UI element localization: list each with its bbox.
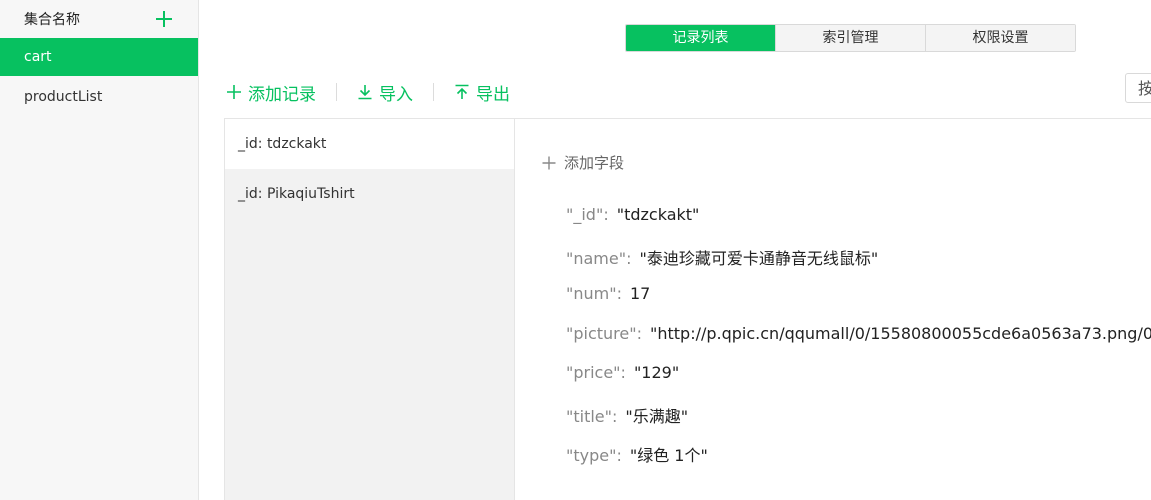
- field-value: "129": [633, 363, 680, 382]
- add-field-button[interactable]: 添加字段: [542, 152, 624, 173]
- field-key: "picture": [566, 324, 637, 343]
- tab-records[interactable]: 记录列表: [626, 25, 775, 51]
- toolbar-divider: [336, 83, 337, 101]
- collection-item-productlist[interactable]: productList: [0, 78, 198, 116]
- field-value: "http://p.qpic.cn/qqumall/0/15580800055c…: [650, 324, 1151, 343]
- field-key: "title": [566, 407, 612, 426]
- plus-icon: [542, 156, 556, 169]
- record-detail: 添加字段 "_id": "tdzckakt" "name": "泰迪珍藏可爱卡通静音…: [515, 119, 1151, 500]
- export-button[interactable]: 导出: [454, 80, 510, 105]
- field-row-name[interactable]: "name": "泰迪珍藏可爱卡通静音无线鼠标": [566, 245, 878, 269]
- filter-input[interactable]: 按: [1125, 73, 1151, 103]
- field-value: 17: [629, 284, 651, 303]
- toolbar-divider: [433, 83, 434, 101]
- record-item[interactable]: _id: tdzckakt: [225, 119, 514, 169]
- add-record-label: 添加记录: [248, 84, 316, 105]
- field-key: "price": [566, 363, 621, 382]
- add-record-button[interactable]: 添加记录: [226, 80, 316, 105]
- plus-icon: [227, 85, 241, 99]
- export-label: 导出: [476, 84, 510, 105]
- collection-sidebar: 集合名称 cart productList: [0, 0, 199, 500]
- record-item[interactable]: _id: PikaqiuTshirt: [225, 169, 514, 219]
- record-toolbar: 添加记录 导入 导出: [226, 80, 510, 105]
- field-row-type[interactable]: "type": "绿色 1个": [566, 442, 708, 466]
- field-value: "绿色 1个": [629, 446, 708, 465]
- sidebar-title: 集合名称: [24, 12, 80, 28]
- field-value: "tdzckakt": [616, 205, 700, 224]
- field-row-picture[interactable]: "picture": "http://p.qpic.cn/qqumall/0/15…: [566, 324, 1151, 343]
- view-tabs: 记录列表 索引管理 权限设置: [625, 24, 1076, 52]
- import-label: 导入: [379, 84, 413, 105]
- tab-permissions[interactable]: 权限设置: [925, 25, 1075, 51]
- field-key: "type": [566, 446, 617, 465]
- record-panels: _id: tdzckakt _id: PikaqiuTshirt 添加字段 "_…: [224, 118, 1151, 500]
- add-field-label: 添加字段: [564, 154, 625, 172]
- database-console: 集合名称 cart productList 记录列表 索引管理 权限设置 添加记…: [0, 0, 1151, 500]
- field-row-price[interactable]: "price": "129": [566, 363, 679, 382]
- field-value: "泰迪珍藏可爱卡通静音无线鼠标": [639, 249, 879, 268]
- upload-icon: [455, 84, 469, 99]
- field-key: "_id": [566, 205, 604, 224]
- field-row-id[interactable]: "_id": "tdzckakt": [566, 205, 699, 224]
- field-key: "num": [566, 284, 617, 303]
- download-icon: [358, 85, 372, 100]
- field-row-num[interactable]: "num": 17: [566, 284, 650, 303]
- add-collection-plus-icon[interactable]: [156, 11, 172, 27]
- field-value: "乐满趣": [625, 407, 689, 426]
- record-list: _id: tdzckakt _id: PikaqiuTshirt: [225, 119, 515, 500]
- field-row-title[interactable]: "title": "乐满趣": [566, 403, 688, 427]
- import-button[interactable]: 导入: [357, 80, 413, 105]
- field-key: "name": [566, 249, 627, 268]
- tab-index-management[interactable]: 索引管理: [775, 25, 925, 51]
- collection-item-cart[interactable]: cart: [0, 38, 198, 76]
- sidebar-header: 集合名称: [0, 0, 198, 38]
